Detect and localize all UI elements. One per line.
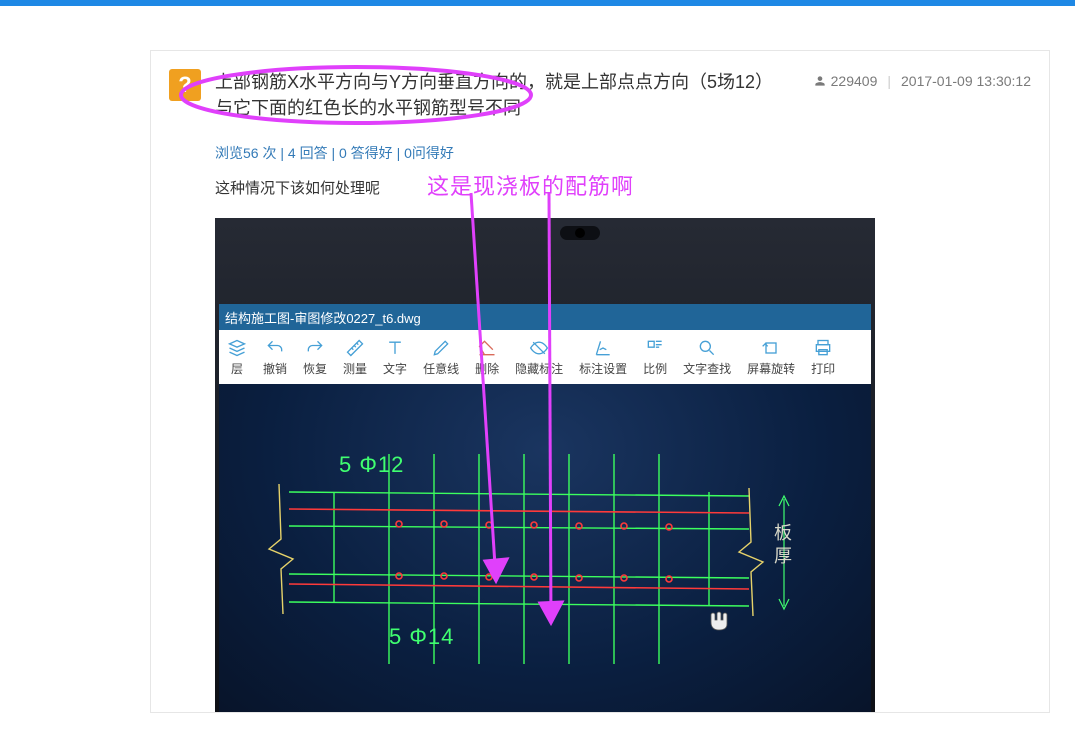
hide-icon [529,338,549,358]
toolbar-find-button[interactable]: 文字查找 [675,338,739,377]
toolbar-ruler-button[interactable]: 测量 [335,338,375,377]
ratio-icon [645,338,665,358]
toolbar-layers-button[interactable]: 层 [219,338,255,377]
find-icon [697,338,717,358]
toolbar-pencil-button[interactable]: 任意线 [415,338,467,377]
stat-good-questions[interactable]: 0问得好 [404,145,454,161]
toolbar-dim-button[interactable]: 标注设置 [571,338,635,377]
toolbar-undo-button[interactable]: 撤销 [255,338,295,377]
print-icon [813,338,833,358]
thickness-label: 板 [774,523,792,543]
post-meta: 229409 | 2017-01-09 13:30:12 [813,73,1031,89]
cad-window-title: 结构施工图-审图修改0227_t6.dwg [219,304,871,330]
toolbar-rotate-button[interactable]: 屏幕旋转 [739,338,803,377]
ruler-icon [345,338,365,358]
stat-views[interactable]: 浏览56 次 [215,145,276,161]
pencil-icon [431,338,451,358]
redo-icon [305,338,325,358]
rotate-icon [761,338,781,358]
rebar-label-bottom: 5 Φ14 [389,624,454,649]
toolbar-redo-button[interactable]: 恢复 [295,338,335,377]
svg-text:厚: 厚 [774,546,792,566]
toolbar-print-button[interactable]: 打印 [803,338,843,377]
post-stats: 浏览56 次 | 4 回答 | 0 答得好 | 0问得好 [215,143,1031,163]
post-time: 2017-01-09 13:30:12 [901,73,1031,89]
user-icon [813,74,827,88]
cad-canvas[interactable]: 5 Φ12 5 Φ14 板 厚 [219,384,871,712]
eraser-icon [477,338,497,358]
toolbar-hide-button[interactable]: 隐藏标注 [507,338,571,377]
undo-icon [265,338,285,358]
dim-icon [593,338,613,358]
attached-photo[interactable]: 结构施工图-审图修改0227_t6.dwg 层撤销恢复测量文字任意线删除隐藏标注… [215,218,875,712]
question-card: ? 上部钢筋X水平方向与Y方向垂直方向的，就是上部点点方向（5场12） 与它下面… [150,50,1050,713]
stat-answers[interactable]: 4 回答 [288,145,328,161]
toolbar-eraser-button[interactable]: 删除 [467,338,507,377]
rebar-label-top: 5 Φ12 [339,452,404,477]
webcam-icon [560,226,600,240]
toolbar-ratio-button[interactable]: 比例 [635,338,675,377]
layers-icon [227,338,247,358]
text-icon [385,338,405,358]
author[interactable]: 229409 [813,73,878,89]
question-mark-icon: ? [169,69,201,101]
annotation-text: 这是现浇板的配筋啊 [427,169,634,201]
stat-good-answers[interactable]: 0 答得好 [339,145,393,161]
toolbar-text-button[interactable]: 文字 [375,338,415,377]
hand-cursor-icon [711,612,727,630]
cad-toolbar: 层撤销恢复测量文字任意线删除隐藏标注标注设置比例文字查找屏幕旋转打印 [219,330,871,384]
